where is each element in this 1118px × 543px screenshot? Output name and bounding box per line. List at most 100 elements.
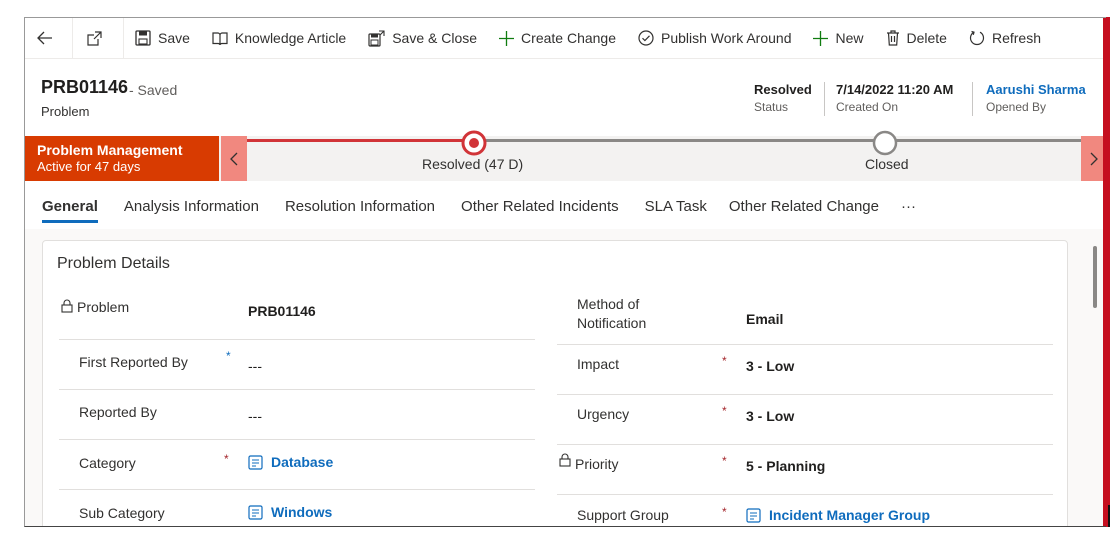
entity-record-icon [248, 454, 263, 470]
category-lookup-link[interactable]: Database [248, 454, 333, 470]
field-method-of-notification: Method of Notification Email [557, 295, 1053, 345]
urgency-value[interactable]: 3 - Low [746, 408, 794, 424]
record-title: PRB01146 [41, 77, 129, 97]
lock-icon [61, 299, 73, 313]
back-arrow-icon [37, 31, 52, 45]
field-urgency: Urgency * 3 - Low [557, 396, 1053, 445]
save-status: - Saved [129, 82, 178, 98]
tab-other-related-change[interactable]: Other Related Change [729, 181, 879, 229]
section-title: Problem Details [57, 255, 170, 272]
bpf-previous-button[interactable] [221, 136, 247, 181]
save-icon [135, 30, 151, 46]
support-group-lookup-link[interactable]: Incident Manager Group [746, 507, 930, 523]
new-button[interactable]: New [802, 18, 874, 59]
plus-icon [499, 30, 515, 46]
opened-by-label: Opened By [986, 100, 1047, 114]
entity-record-icon [746, 507, 761, 523]
open-in-new-window-icon [87, 30, 102, 46]
back-button[interactable] [25, 18, 72, 59]
new-label: New [835, 30, 864, 46]
save-label: Save [158, 30, 190, 46]
chevron-left-icon [230, 152, 238, 165]
entity-type: Problem [41, 104, 90, 119]
refresh-button[interactable]: Refresh [958, 18, 1052, 59]
process-duration: Active for 47 days [37, 159, 141, 174]
status-value: Resolved [754, 82, 812, 97]
process-name-panel[interactable]: Problem Management Active for 47 days [25, 136, 219, 181]
delete-label: Delete [906, 30, 947, 46]
publish-work-around-label: Publish Work Around [661, 30, 792, 46]
field-first-reported-by: First Reported By * --- [59, 341, 535, 390]
save-close-icon [368, 29, 385, 47]
support-group-value: Incident Manager Group [769, 507, 931, 523]
book-icon [212, 31, 228, 45]
opened-by-link[interactable]: Aarushi Sharma [986, 82, 1086, 97]
knowledge-article-label: Knowledge Article [234, 30, 347, 46]
create-change-button[interactable]: Create Change [488, 18, 627, 59]
header-field-opened-by: Aarushi Sharma Opened By [986, 82, 1086, 114]
create-change-label: Create Change [521, 30, 616, 46]
first-reported-by-input[interactable]: --- [248, 358, 262, 374]
publish-work-around-button[interactable]: Publish Work Around [627, 18, 802, 59]
form-body: Problem Details Problem PRB01146 First R… [25, 229, 1106, 526]
save-and-close-button[interactable]: Save & Close [357, 18, 488, 59]
window-edge-accent [1106, 17, 1110, 527]
header-divider [972, 82, 973, 116]
delete-button[interactable]: Delete [875, 18, 958, 59]
stage-closed-marker[interactable] [872, 130, 898, 156]
field-support-group: Support Group * Incident Manager Group [557, 496, 1053, 526]
knowledge-article-button[interactable]: Knowledge Article [201, 18, 357, 59]
priority-value: 5 - Planning [746, 458, 826, 474]
tab-other-related-incidents[interactable]: Other Related Incidents [461, 181, 619, 229]
record-form: Save Knowledge Article Save & Close Crea… [24, 17, 1106, 527]
business-process-flow: Problem Management Active for 47 days Re… [25, 130, 1106, 181]
tab-analysis-information[interactable]: Analysis Information [124, 181, 259, 229]
process-name: Problem Management [37, 142, 183, 158]
required-indicator: * [224, 452, 229, 466]
bpf-next-button[interactable] [1081, 136, 1106, 181]
reported-by-input[interactable]: --- [248, 408, 262, 424]
method-of-notification-value[interactable]: Email [746, 311, 783, 327]
status-label: Status [754, 100, 789, 114]
command-bar: Save Knowledge Article Save & Close Crea… [25, 18, 1106, 59]
impact-value[interactable]: 3 - Low [746, 358, 794, 374]
created-on-label: Created On [836, 100, 899, 114]
required-indicator: * [226, 349, 231, 363]
problem-details-section: Problem Details Problem PRB01146 First R… [42, 240, 1068, 526]
field-label: Method of Notification [577, 296, 647, 331]
tab-resolution-information[interactable]: Resolution Information [285, 181, 435, 229]
stage-resolved-label[interactable]: Resolved (47 D) [422, 156, 523, 172]
stage-closed-label[interactable]: Closed [865, 156, 909, 172]
field-label: Priority [575, 456, 619, 472]
created-on-value: 7/14/2022 11:20 AM [836, 82, 954, 97]
stage-resolved-marker[interactable] [461, 130, 487, 156]
field-label: Sub Category [79, 505, 165, 521]
check-circle-icon [638, 30, 654, 46]
open-new-window-button[interactable] [73, 18, 123, 59]
field-label: Urgency [577, 406, 630, 422]
chevron-right-icon [1090, 152, 1098, 165]
field-sub-category: Sub Category Windows [59, 491, 535, 526]
refresh-label: Refresh [991, 30, 1041, 46]
tab-sla-task[interactable]: SLA Task [645, 181, 707, 229]
save-button[interactable]: Save [124, 18, 201, 59]
entity-record-icon [248, 504, 263, 520]
scrollbar-thumb[interactable] [1093, 246, 1097, 308]
header-field-status: Resolved Status [754, 82, 812, 114]
required-indicator: * [722, 354, 727, 368]
field-priority: Priority * 5 - Planning [557, 446, 1053, 495]
more-tabs-button[interactable]: ··· [901, 181, 916, 229]
sub-category-lookup-link[interactable]: Windows [248, 504, 332, 520]
field-label: Problem [77, 299, 130, 315]
lock-icon [559, 453, 571, 467]
bpf-progress-completed [247, 139, 473, 142]
field-label: First Reported By [79, 354, 188, 370]
header-divider [824, 82, 825, 116]
field-label: Support Group [577, 507, 669, 523]
tab-general[interactable]: General [42, 181, 98, 229]
field-impact: Impact * 3 - Low [557, 346, 1053, 395]
required-indicator: * [722, 404, 727, 418]
save-and-close-label: Save & Close [392, 30, 478, 46]
header-field-created-on: 7/14/2022 11:20 AM Created On [836, 82, 953, 114]
trash-icon [886, 30, 899, 46]
